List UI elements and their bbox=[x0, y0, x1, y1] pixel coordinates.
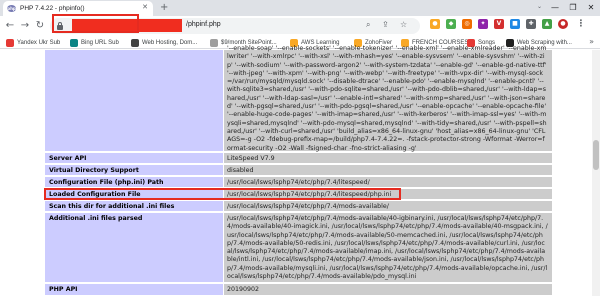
bookmark-label: Bing URL Sub bbox=[81, 40, 119, 46]
back-button[interactable]: ← bbox=[4, 19, 16, 33]
table-value: /usr/local/lsws/lsphp74/etc/php/7.4/mods… bbox=[227, 203, 389, 210]
table-row: Configuration File (php.ini) Path /usr/l… bbox=[45, 177, 552, 188]
loaded-config-highlight-box bbox=[44, 188, 401, 200]
tab-title: PHP 7.4.22 - phpinfo() bbox=[20, 5, 85, 12]
extension-icon-4[interactable]: ✦ bbox=[478, 19, 488, 29]
menu-kebab-icon[interactable]: ⋮ bbox=[576, 19, 586, 29]
bookmark-icon bbox=[131, 39, 139, 47]
vertical-scrollbar[interactable] bbox=[592, 50, 600, 296]
extension-icon-1[interactable]: ● bbox=[430, 19, 440, 29]
table-key: Virtual Directory Support bbox=[49, 167, 139, 174]
table-key-cell bbox=[45, 50, 223, 151]
table-row: Server API LiteSpeed V7.9 bbox=[45, 153, 552, 164]
table-value: disabled bbox=[227, 167, 254, 174]
table-row: '--enable-soap' '--enable-sockets' '--en… bbox=[45, 45, 552, 152]
maximize-button[interactable]: ❐ bbox=[564, 0, 582, 16]
table-value-cell: LiteSpeed V7.9 bbox=[224, 153, 552, 163]
profile-avatar-icon[interactable]: ● bbox=[558, 19, 568, 29]
table-key: Configuration File (php.ini) Path bbox=[49, 179, 164, 186]
table-key: Additional .ini files parsed bbox=[49, 215, 143, 222]
table-key-cell: Scan this dir for additional .ini files bbox=[45, 201, 223, 211]
extensions-puzzle-icon[interactable]: ✚ bbox=[526, 19, 536, 29]
bookmark-item[interactable]: Web Hosting, Dom... bbox=[131, 38, 197, 48]
table-row: Scan this dir for additional .ini files … bbox=[45, 201, 552, 212]
table-key-cell: Additional .ini files parsed bbox=[45, 213, 223, 282]
window-controls: — ❐ ✕ bbox=[546, 0, 600, 16]
tab-close-icon[interactable]: ✕ bbox=[142, 3, 148, 11]
extension-icon-6[interactable]: ■ bbox=[510, 19, 520, 29]
table-key: Scan this dir for additional .ini files bbox=[49, 203, 175, 210]
tab-search-chevron-icon[interactable]: ⌄ bbox=[537, 3, 542, 10]
table-value-cell: '--enable-soap' '--enable-sockets' '--en… bbox=[224, 45, 552, 152]
table-key-cell: Virtual Directory Support bbox=[45, 165, 223, 175]
table-value-cell: /usr/local/lsws/lsphp74/etc/php/7.4/mods… bbox=[224, 213, 552, 282]
more-bookmarks-icon[interactable]: » bbox=[589, 37, 594, 46]
extension-icon-7[interactable]: ▲ bbox=[542, 19, 552, 29]
table-value-cell: 20190902 bbox=[224, 284, 552, 295]
extension-icon-5[interactable]: V bbox=[494, 19, 504, 29]
table-row: Virtual Directory Support disabled bbox=[45, 165, 552, 176]
table-value-cell: /usr/local/lsws/lsphp74/etc/php/7.4/lite… bbox=[224, 177, 552, 187]
table-key-cell: Server API bbox=[45, 153, 223, 163]
url-highlight-box bbox=[52, 14, 139, 33]
table-value-cell: disabled bbox=[224, 165, 552, 175]
table-key-cell: Configuration File (php.ini) Path bbox=[45, 177, 223, 187]
bookmark-icon bbox=[6, 39, 14, 47]
close-window-button[interactable]: ✕ bbox=[582, 0, 600, 16]
table-key: PHP API bbox=[49, 286, 78, 293]
forward-button[interactable]: → bbox=[19, 19, 31, 33]
scrollbar-thumb[interactable] bbox=[593, 140, 599, 170]
table-row: Additional .ini files parsed /usr/local/… bbox=[45, 213, 552, 283]
bookmark-icon bbox=[70, 39, 78, 47]
minimize-button[interactable]: — bbox=[546, 0, 564, 16]
configure-command-value: '--enable-soap' '--enable-sockets' '--en… bbox=[227, 45, 549, 152]
extension-icon-3[interactable]: ◎ bbox=[462, 19, 472, 29]
table-value: /usr/local/lsws/lsphp74/etc/php/7.4/lite… bbox=[227, 179, 370, 186]
bookmark-label: Web Hosting, Dom... bbox=[142, 40, 198, 46]
bookmark-label: Yandex Ukr Sub bbox=[17, 40, 61, 46]
table-value-cell: /usr/local/lsws/lsphp74/etc/php/7.4/mods… bbox=[224, 201, 552, 211]
new-tab-button[interactable]: + bbox=[160, 2, 168, 14]
zoom-icon[interactable]: ⌕ bbox=[366, 20, 370, 30]
bookmark-icon bbox=[210, 39, 218, 47]
bookmark-item[interactable]: Bing URL Sub bbox=[70, 38, 119, 48]
table-value: 20190902 bbox=[227, 286, 260, 293]
reload-button[interactable]: ↻ bbox=[34, 19, 46, 33]
table-key: Server API bbox=[49, 155, 87, 162]
url-path: /phpinf.php bbox=[186, 21, 221, 28]
bookmark-item[interactable]: Yandex Ukr Sub bbox=[6, 38, 60, 48]
share-icon[interactable]: ⇪ bbox=[382, 20, 389, 29]
bookmark-star-icon[interactable]: ☆ bbox=[400, 20, 407, 29]
table-row: PHP API 20190902 bbox=[45, 284, 552, 296]
php-favicon-icon: php bbox=[7, 5, 16, 12]
table-value: LiteSpeed V7.9 bbox=[227, 155, 275, 162]
table-key-cell: PHP API bbox=[45, 284, 223, 295]
table-value: /usr/local/lsws/lsphp74/etc/php/7.4/mods… bbox=[227, 215, 548, 281]
extension-icon-2[interactable]: ◆ bbox=[446, 19, 456, 29]
